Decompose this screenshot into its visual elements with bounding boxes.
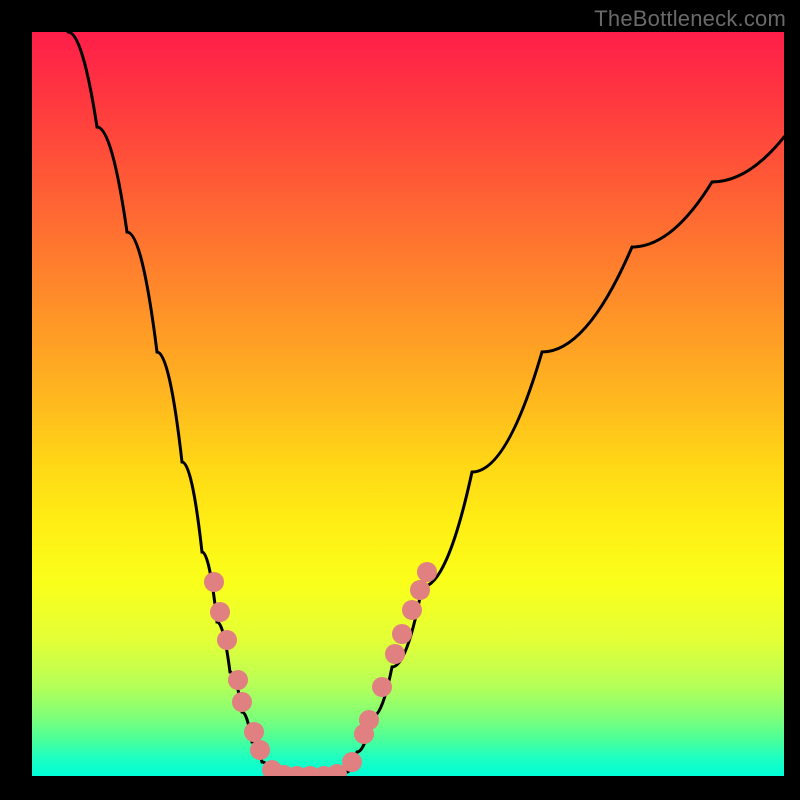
chart-markers [204, 562, 437, 776]
chart-marker-dot [232, 692, 252, 712]
chart-marker-dot [402, 600, 422, 620]
curve-left-branch [68, 32, 272, 772]
chart-marker-dot [417, 562, 437, 582]
watermark-text: TheBottleneck.com [594, 6, 786, 32]
chart-marker-dot [410, 580, 430, 600]
chart-marker-dot [359, 710, 379, 730]
chart-marker-dot [385, 644, 405, 664]
chart-marker-dot [210, 602, 230, 622]
chart-marker-dot [244, 722, 264, 742]
chart-marker-dot [342, 752, 362, 772]
chart-plot-area [32, 32, 784, 776]
chart-marker-dot [372, 677, 392, 697]
curve-right-branch [347, 137, 784, 772]
chart-svg [32, 32, 784, 776]
chart-marker-dot [250, 740, 270, 760]
chart-marker-dot [392, 624, 412, 644]
chart-marker-dot [228, 670, 248, 690]
chart-marker-dot [204, 572, 224, 592]
chart-marker-dot [217, 630, 237, 650]
